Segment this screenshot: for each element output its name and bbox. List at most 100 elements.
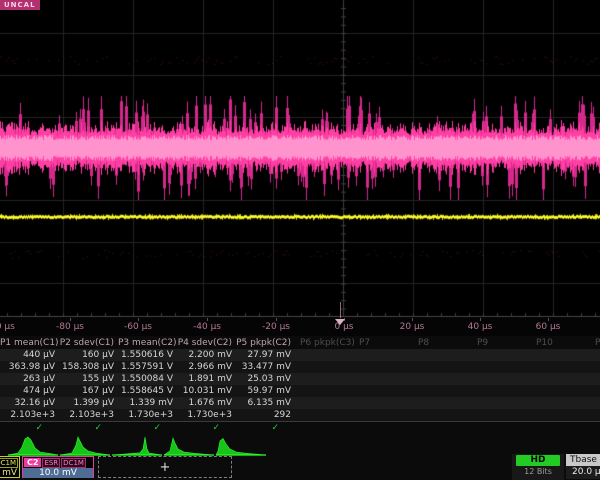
param-sdev xyxy=(590,397,600,409)
histicon[interactable] xyxy=(60,435,110,456)
param-mean: 158.308 µV xyxy=(59,361,118,373)
axis-tick xyxy=(548,318,549,321)
param-mean xyxy=(590,361,600,373)
time-axis-label: -20 µs xyxy=(262,322,290,332)
time-axis-label: 60 µs xyxy=(536,322,561,332)
param-mean: 2.966 mV xyxy=(177,361,236,373)
param-value xyxy=(413,349,472,361)
param-mean: 363.98 µV xyxy=(0,361,59,373)
param-status xyxy=(531,422,590,434)
table-row-max: 474 µV167 µV1.558645 V10.031 mV59.97 mV xyxy=(0,385,600,397)
axis-tick xyxy=(70,318,71,321)
param-min xyxy=(413,373,472,385)
param-max xyxy=(354,385,413,397)
param-value: 160 µV xyxy=(59,349,118,361)
param-value: 27.97 mV xyxy=(236,349,295,361)
c1-scale-value: 10.0 mV xyxy=(0,468,19,478)
param-sdev xyxy=(295,397,354,409)
param-max xyxy=(531,385,590,397)
trigger-position-line xyxy=(340,302,341,318)
param-sdev xyxy=(472,397,531,409)
trigger-position-marker[interactable] xyxy=(335,319,345,325)
histicon[interactable] xyxy=(164,435,214,456)
param-header[interactable]: P7 xyxy=(354,337,413,349)
param-status xyxy=(354,422,413,434)
param-min xyxy=(295,373,354,385)
hd-mode-tile[interactable]: HD 12 Bits xyxy=(512,454,564,480)
time-axis-label: -60 µs xyxy=(124,322,152,332)
param-status: ✓ xyxy=(0,422,59,434)
histicon[interactable] xyxy=(112,435,162,456)
param-header[interactable]: P1 mean(C1) xyxy=(0,337,59,349)
param-num: 1.730e+3 xyxy=(177,409,236,421)
bits-label: 12 Bits xyxy=(512,466,564,478)
waveform-graticule[interactable] xyxy=(0,0,600,318)
histicon[interactable] xyxy=(8,435,58,456)
histicon[interactable] xyxy=(216,435,266,456)
param-min: 25.03 mV xyxy=(236,373,295,385)
param-max: 10.031 mV xyxy=(177,385,236,397)
param-value: 440 µV xyxy=(0,349,59,361)
table-row-status: ✓✓✓✓✓ xyxy=(0,422,600,434)
param-min: 263 µV xyxy=(0,373,59,385)
param-num xyxy=(531,409,590,421)
tbase-value: 20.0 µs/div xyxy=(566,466,600,479)
param-sdev xyxy=(413,397,472,409)
param-status: ✓ xyxy=(236,422,295,434)
timebase-descriptor[interactable]: Tbase 20.0 µs/div xyxy=(566,454,600,480)
time-axis-label: 20 µs xyxy=(400,322,425,332)
axis-tick xyxy=(207,318,208,321)
param-num: 2.103e+3 xyxy=(0,409,59,421)
measure-table: P1 mean(C1)P2 sdev(C1)P3 mean(C2)P4 sdev… xyxy=(0,337,600,434)
param-header[interactable]: P4 sdev(C2) xyxy=(177,337,236,349)
param-value: 2.200 mV xyxy=(177,349,236,361)
param-value xyxy=(295,349,354,361)
param-header[interactable]: P5 pkpk(C2) xyxy=(236,337,295,349)
param-status xyxy=(590,422,600,434)
channel-c1-descriptor[interactable]: DC1M 10.0 mV xyxy=(0,456,20,478)
param-min xyxy=(354,373,413,385)
param-header[interactable]: P2 sdev(C1) xyxy=(59,337,118,349)
histicon-strip xyxy=(0,435,600,456)
param-header[interactable]: P10 xyxy=(531,337,590,349)
param-num: 2.103e+3 xyxy=(59,409,118,421)
c2-label-badge: C2 xyxy=(24,458,41,467)
param-mean xyxy=(472,361,531,373)
axis-tick xyxy=(276,318,277,321)
status-flag: UNCAL xyxy=(0,0,40,10)
c1-coupling-badge: DC1M xyxy=(0,458,18,468)
param-status: ✓ xyxy=(118,422,177,434)
param-max: 1.558645 V xyxy=(118,385,177,397)
param-value xyxy=(472,349,531,361)
param-max: 167 µV xyxy=(59,385,118,397)
param-mean xyxy=(354,361,413,373)
param-max xyxy=(295,385,354,397)
param-header[interactable]: P9 xyxy=(472,337,531,349)
time-axis-label: 40 µs xyxy=(468,322,493,332)
param-value xyxy=(590,349,600,361)
param-num xyxy=(295,409,354,421)
c2-scale-value: 10.0 mV xyxy=(23,468,93,478)
param-mean: 33.477 mV xyxy=(236,361,295,373)
axis-tick xyxy=(480,318,481,321)
param-num xyxy=(413,409,472,421)
param-max xyxy=(413,385,472,397)
add-trace-button[interactable]: + xyxy=(98,456,232,478)
param-max xyxy=(472,385,531,397)
tbase-title: Tbase xyxy=(566,454,600,466)
time-axis-label: -40 µs xyxy=(193,322,221,332)
param-num xyxy=(354,409,413,421)
param-value xyxy=(531,349,590,361)
table-row-header: P1 mean(C1)P2 sdev(C1)P3 mean(C2)P4 sdev… xyxy=(0,337,600,349)
param-header[interactable]: P8 xyxy=(413,337,472,349)
param-min xyxy=(472,373,531,385)
param-min: 155 µV xyxy=(59,373,118,385)
param-header[interactable]: P3 mean(C2) xyxy=(118,337,177,349)
param-value xyxy=(354,349,413,361)
table-row-sdev: 32.16 µV1.399 µV1.339 mV1.676 mV6.135 mV xyxy=(0,397,600,409)
param-header[interactable]: P6 pkpk(C3) xyxy=(295,337,354,349)
table-row-value: 440 µV160 µV1.550616 V2.200 mV27.97 mV xyxy=(0,349,600,361)
param-header[interactable]: P11 xyxy=(590,337,600,349)
param-min xyxy=(531,373,590,385)
channel-c2-descriptor[interactable]: C2 ESR DC1M 10.0 mV xyxy=(22,456,94,478)
